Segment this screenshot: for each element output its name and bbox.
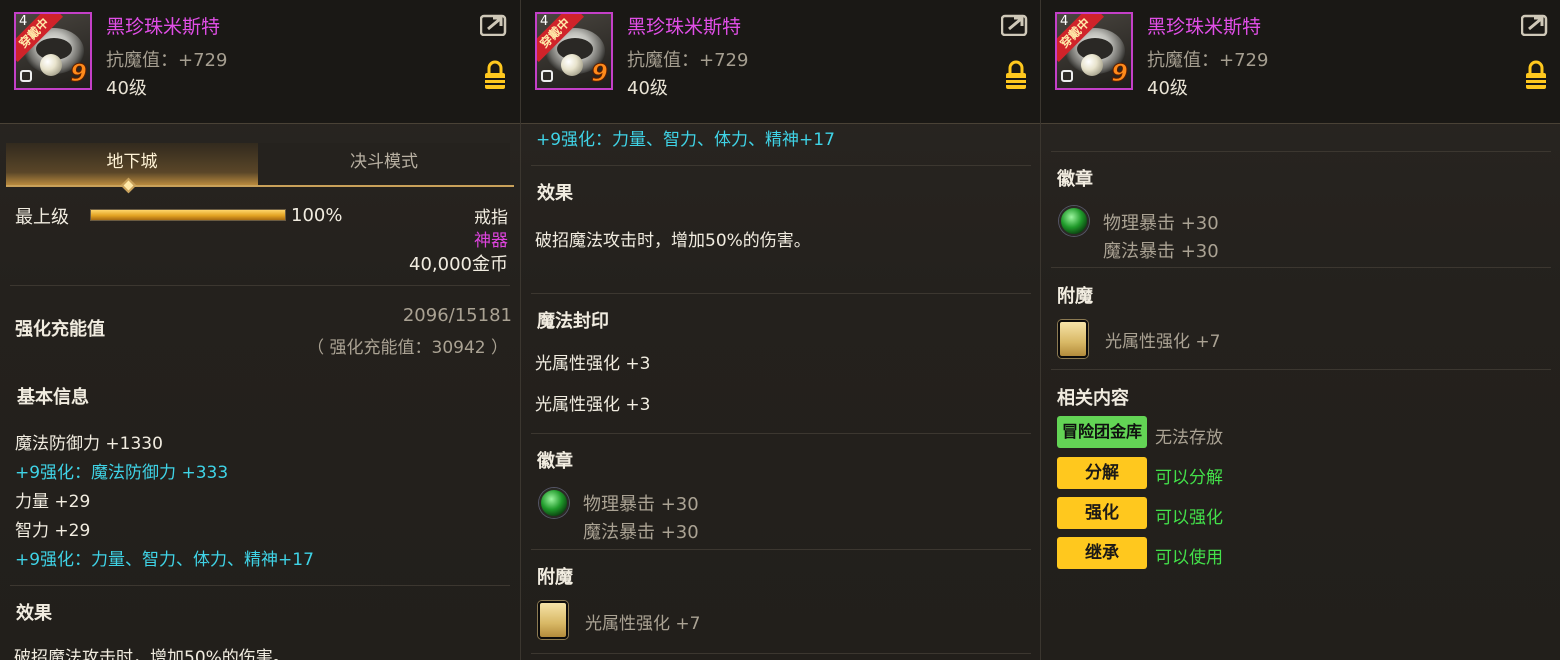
emblem-title: 徽章 [1057,169,1093,190]
enchant-title: 附魔 [1057,286,1093,307]
item-tooltip-panel-2: 4 穿戴中 9 黑珍珠米斯特 抗魔值：+729 40级 +9强化：力量、智力、体… [520,0,1040,660]
stat-line: 力量 +29 [15,492,91,512]
item-ring-icon: 4 穿戴中 9 [535,12,613,90]
divider [1051,267,1551,268]
basic-info-title: 基本信息 [17,387,89,408]
item-ring-icon: 4 穿戴中 9 [1055,12,1133,90]
stat-line: 智力 +29 [15,521,91,541]
enhance-level-badge: 9 [591,59,609,88]
lock-icon[interactable] [1004,60,1028,90]
item-level: 40级 [106,78,147,99]
enhance-level-badge: 9 [1111,59,1129,88]
enchant-stat: 光属性强化 +7 [585,614,701,634]
effect-title: 效果 [16,603,52,624]
share-icon[interactable] [480,14,508,36]
enchant-card-icon [1058,320,1088,358]
grade-percent: 100% [291,205,343,226]
charge-value: 2096/15181 [402,305,512,326]
emblem-title: 徽章 [537,451,573,472]
divider [1051,369,1551,370]
divider [1051,151,1551,152]
item-header: 4 穿戴中 9 黑珍珠米斯特 抗魔值：+729 40级 [521,0,1040,124]
enhance-button[interactable]: 强化 [1057,497,1147,529]
tab-underline [6,185,514,187]
grade-bar-fill [91,210,285,220]
divider [531,433,1031,434]
tab-dungeon[interactable]: 地下城 [6,143,258,185]
item-price: 40,000金币 [409,254,508,275]
green-emblem-icon [1059,206,1089,236]
emblem-stat: 物理暴击 +30 [1103,213,1219,234]
disassemble-status: 可以分解 [1155,468,1223,488]
adventure-vault-button[interactable]: 冒险团金库 [1057,416,1147,448]
pearl-graphic [40,54,62,76]
item-level: 40级 [627,78,668,99]
effect-title: 效果 [537,183,573,204]
item-name: 黑珍珠米斯特 [106,16,221,38]
mode-tabs: 地下城 决斗模式 [6,143,514,185]
magic-seal-title: 魔法封印 [537,311,609,332]
stat-line: 魔法防御力 +1330 [15,434,163,454]
tab-pvp[interactable]: 决斗模式 [258,143,510,185]
divider [531,653,1031,654]
item-magic-resist: 抗魔值：+729 [1147,50,1269,71]
stat-line: +9强化：力量、智力、体力、精神+17 [15,550,314,570]
pearl-graphic [1081,54,1103,76]
pearl-graphic [561,54,583,76]
item-lock-badge-icon [1061,70,1073,82]
divider [531,549,1031,550]
tooltip-body: +9强化：力量、智力、体力、精神+17 效果 破招魔法攻击时，增加50%的伤害。… [521,125,1040,660]
item-type: 戒指 [474,208,508,228]
divider [10,585,510,586]
related-title: 相关内容 [1057,388,1129,409]
item-header: 4 穿戴中 9 黑珍珠米斯特 抗魔值：+729 40级 [1041,0,1560,124]
share-icon[interactable] [1521,14,1549,36]
divider [531,293,1031,294]
seal-line: 光属性强化 +3 [535,354,651,374]
item-ring-icon: 4 穿戴中 9 [14,12,92,90]
item-lock-badge-icon [541,70,553,82]
inherit-status: 可以使用 [1155,548,1223,568]
tooltip-body: 地下城 决斗模式 最上级 100% 戒指 神器 40,000金币 强化充能值 2… [0,125,520,660]
item-lock-badge-icon [20,70,32,82]
enchant-card-icon [538,601,568,639]
item-name: 黑珍珠米斯特 [1147,16,1262,38]
item-name: 黑珍珠米斯特 [627,16,742,38]
share-icon[interactable] [1001,14,1029,36]
stat-line: +9强化：魔法防御力 +333 [15,463,229,483]
inherit-button[interactable]: 继承 [1057,537,1147,569]
item-header: 4 穿戴中 9 黑珍珠米斯特 抗魔值：+729 40级 [0,0,520,124]
tooltip-body: 徽章 物理暴击 +30 魔法暴击 +30 附魔 光属性强化 +7 相关内容 冒险… [1041,125,1560,660]
effect-text: 破招魔法攻击时，增加50%的伤害。 [14,648,290,660]
grade-label: 最上级 [15,207,69,228]
item-tooltip-panel-3: 4 穿戴中 9 黑珍珠米斯特 抗魔值：+729 40级 徽章 物理暴击 +30 … [1040,0,1560,660]
seal-line: 光属性强化 +3 [535,395,651,415]
lock-icon[interactable] [1524,60,1548,90]
divider [10,285,510,286]
enchant-stat: 光属性强化 +7 [1105,332,1221,352]
divider [531,165,1031,166]
item-magic-resist: 抗魔值：+729 [627,50,749,71]
enhance-level-badge: 9 [70,59,88,88]
item-tooltip-panel-1: 4 穿戴中 9 黑珍珠米斯特 抗魔值：+729 40级 地下城 决斗模式 最上级… [0,0,520,660]
item-magic-resist: 抗魔值：+729 [106,50,228,71]
emblem-stat: 魔法暴击 +30 [1103,241,1219,262]
emblem-stat: 物理暴击 +30 [583,494,699,515]
effect-text: 破招魔法攻击时，增加50%的伤害。 [535,231,811,251]
green-emblem-icon [539,488,569,518]
lock-icon[interactable] [483,60,507,90]
item-level: 40级 [1147,78,1188,99]
vault-status: 无法存放 [1155,428,1223,448]
enchant-title: 附魔 [537,567,573,588]
stat-line: +9强化：力量、智力、体力、精神+17 [536,130,835,150]
item-rarity: 神器 [474,231,508,251]
charge-total: （ 强化充能值：30942 ） [307,338,508,358]
grade-bar [90,209,286,221]
disassemble-button[interactable]: 分解 [1057,457,1147,489]
charge-label: 强化充能值 [15,319,105,340]
enhance-status: 可以强化 [1155,508,1223,528]
emblem-stat: 魔法暴击 +30 [583,522,699,543]
